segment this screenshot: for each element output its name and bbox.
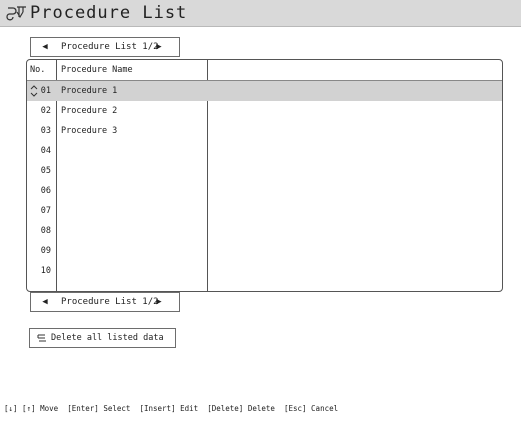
table-row[interactable]: 07 bbox=[27, 201, 502, 221]
title-bar: Procedure List bbox=[0, 0, 521, 27]
table-row[interactable]: 01 Procedure 1 bbox=[27, 81, 502, 101]
row-number: 10 bbox=[40, 266, 51, 276]
table-row[interactable]: 05 bbox=[27, 161, 502, 181]
pager-label: Procedure List 1/2 bbox=[61, 297, 159, 307]
pager-top: ◀ Procedure List 1/2 ▶ bbox=[30, 37, 180, 57]
row-procedure-name: Procedure 2 bbox=[61, 106, 118, 116]
next-page-button[interactable]: ▶ bbox=[151, 293, 167, 311]
pager-label: Procedure List 1/2 bbox=[61, 42, 159, 52]
row-number: 02 bbox=[40, 106, 51, 116]
table-row[interactable]: 03 Procedure 3 bbox=[27, 121, 502, 141]
row-number: 05 bbox=[40, 166, 51, 176]
list-delete-icon bbox=[37, 334, 46, 342]
row-number: 09 bbox=[40, 246, 51, 256]
delete-all-button[interactable]: Delete all listed data bbox=[29, 328, 176, 348]
procedure-list-icon bbox=[6, 6, 26, 21]
next-page-button[interactable]: ▶ bbox=[151, 38, 167, 56]
row-number: 03 bbox=[40, 126, 51, 136]
header-procedure-name: Procedure Name bbox=[61, 65, 133, 75]
table-row[interactable]: 04 bbox=[27, 141, 502, 161]
row-number: 07 bbox=[40, 206, 51, 216]
procedure-table: No. Procedure Name 01 Procedure 1 02 Pro… bbox=[26, 59, 503, 292]
pager-bottom: ◀ Procedure List 1/2 ▶ bbox=[30, 292, 180, 312]
delete-all-label: Delete all listed data bbox=[51, 333, 164, 343]
row-number: 01 bbox=[40, 86, 51, 96]
table-row[interactable]: 02 Procedure 2 bbox=[27, 101, 502, 121]
row-number: 06 bbox=[40, 186, 51, 196]
table-row[interactable]: 06 bbox=[27, 181, 502, 201]
row-procedure-name: Procedure 3 bbox=[61, 126, 118, 136]
prev-page-button[interactable]: ◀ bbox=[37, 38, 53, 56]
table-row[interactable]: 08 bbox=[27, 221, 502, 241]
key-help-status: [↓] [↑] Move [Enter] Select [Insert] Edi… bbox=[4, 404, 339, 413]
prev-page-button[interactable]: ◀ bbox=[37, 293, 53, 311]
table-row[interactable]: 09 bbox=[27, 241, 502, 261]
row-number: 04 bbox=[40, 146, 51, 156]
table-row[interactable]: 10 bbox=[27, 261, 502, 281]
page-title: Procedure List bbox=[30, 3, 188, 23]
row-number: 08 bbox=[40, 226, 51, 236]
row-procedure-name: Procedure 1 bbox=[61, 86, 118, 96]
header-no: No. bbox=[30, 65, 46, 75]
